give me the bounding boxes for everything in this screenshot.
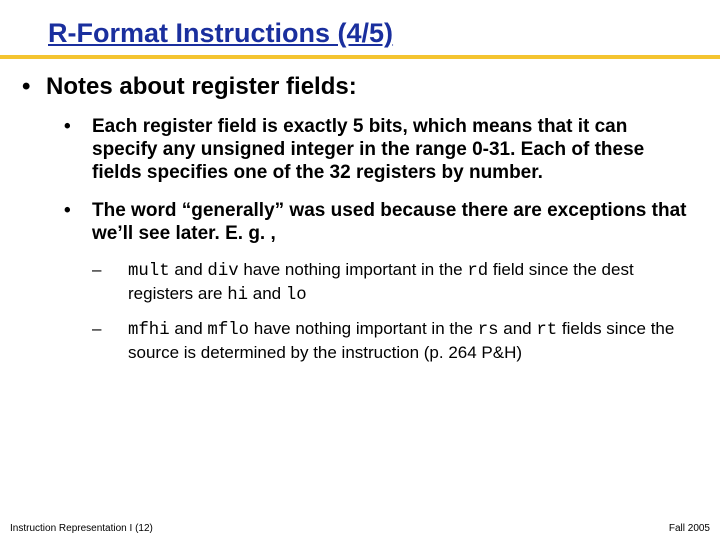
footer-right: Fall 2005	[669, 523, 710, 534]
footer-left: Instruction Representation I (12)	[10, 523, 153, 534]
dash-icon: –	[110, 259, 128, 280]
bullet-level3: –mfhi and mflo have nothing important in…	[110, 318, 692, 363]
bullet-level2-text: The word “generally” was used because th…	[92, 200, 686, 244]
code-rd: rd	[467, 262, 488, 281]
bullet-level2: •Each register field is exactly 5 bits, …	[78, 115, 692, 185]
dash-icon: –	[110, 318, 128, 339]
bullet-level3: –mult and div have nothing important in …	[110, 259, 692, 306]
code-hi: hi	[227, 286, 248, 305]
bullet-level1-text: Notes about register fields:	[46, 73, 357, 100]
code-div: div	[207, 262, 238, 281]
code-mfhi: mfhi	[128, 321, 170, 340]
code-rt: rt	[536, 321, 557, 340]
bullet-level2-text: Each register field is exactly 5 bits, w…	[92, 116, 644, 183]
slide-title: R-Format Instructions (4/5)	[28, 18, 692, 55]
bullet-level1: •Notes about register fields:	[34, 73, 692, 101]
code-rs: rs	[478, 321, 499, 340]
slide: R-Format Instructions (4/5) •Notes about…	[0, 0, 720, 540]
code-mflo: mflo	[207, 321, 249, 340]
bullet-icon: •	[78, 199, 92, 222]
bullet-level2: •The word “generally” was used because t…	[78, 199, 692, 245]
bullet-icon: •	[34, 73, 46, 101]
code-lo: lo	[286, 286, 307, 305]
code-mult: mult	[128, 262, 170, 281]
bullet-icon: •	[78, 115, 92, 138]
bullet-level3-text: mult and div have nothing important in t…	[128, 260, 634, 303]
title-underline-rule	[0, 55, 720, 59]
bullet-level3-text: mfhi and mflo have nothing important in …	[128, 319, 674, 362]
slide-content: •Notes about register fields: •Each regi…	[28, 73, 692, 363]
